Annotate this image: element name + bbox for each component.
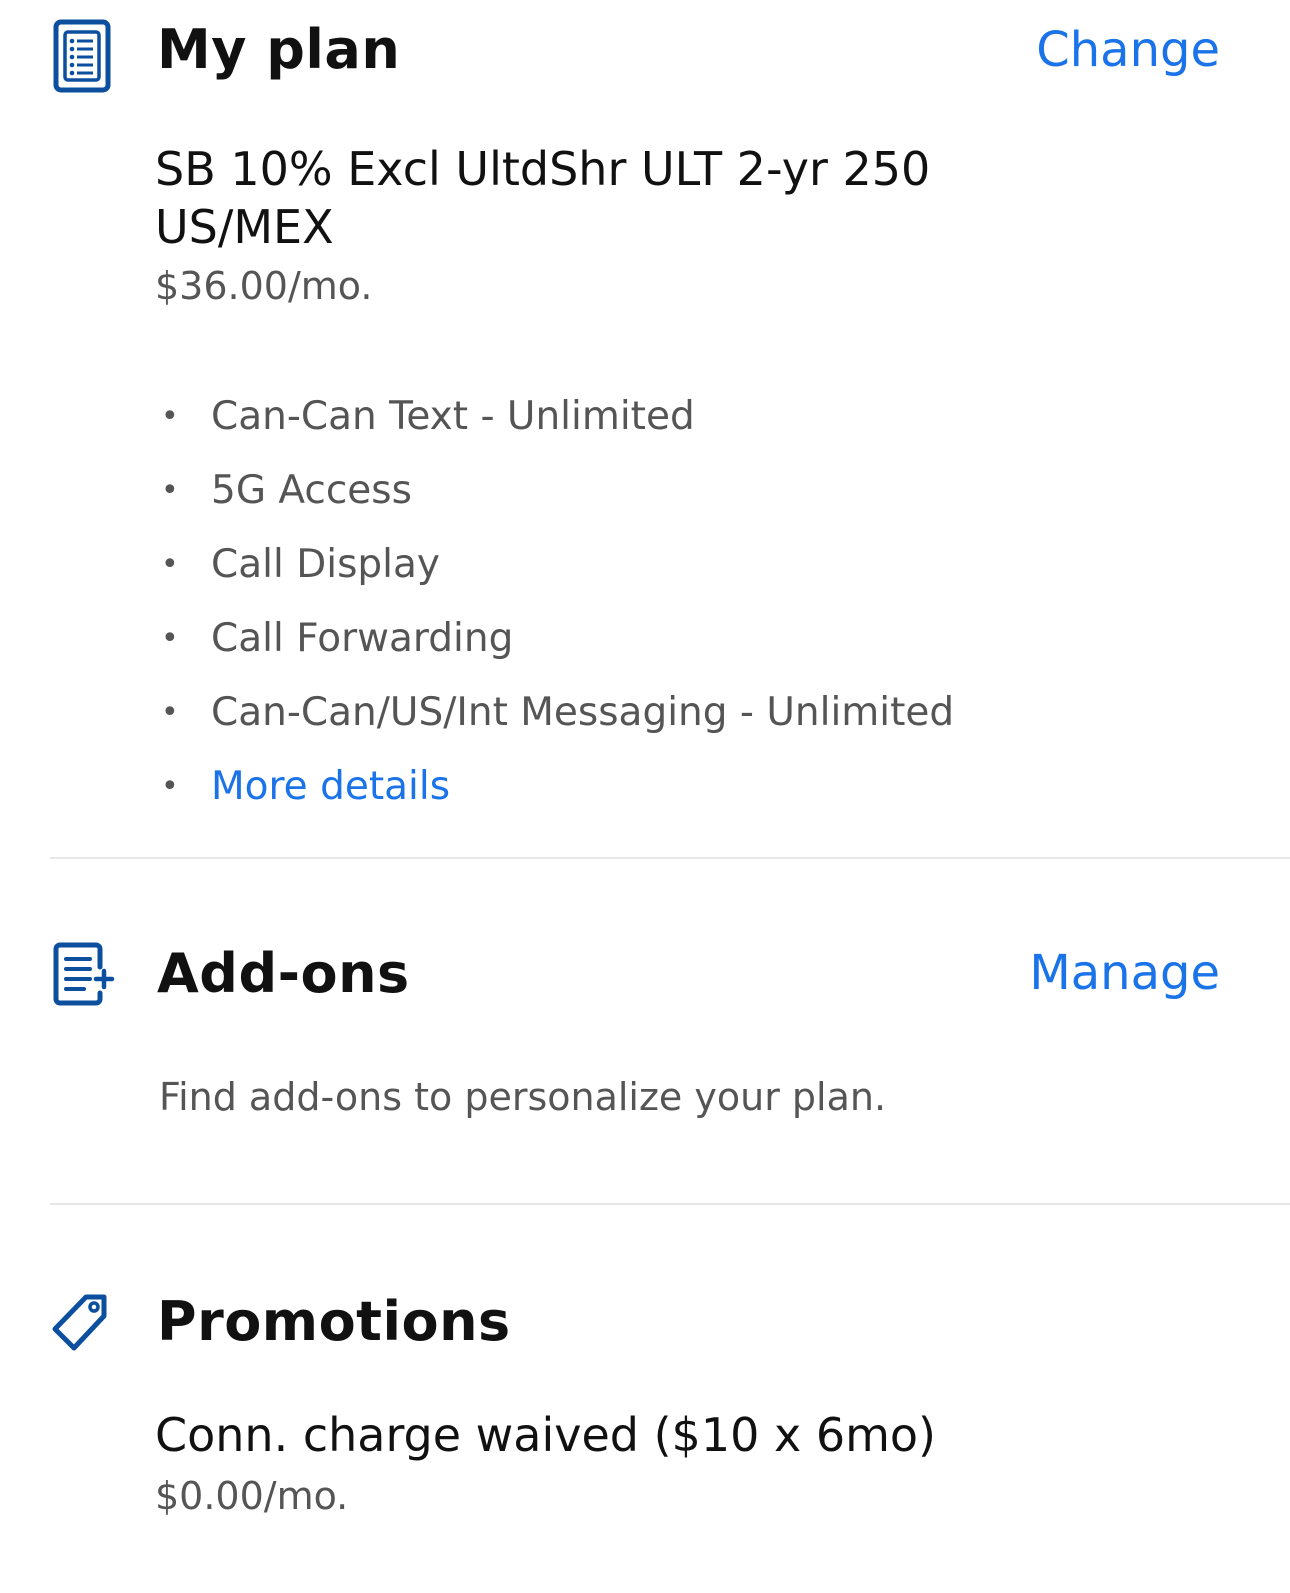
more-details-link[interactable]: More details — [211, 764, 450, 809]
list-document-icon — [52, 18, 112, 94]
change-plan-button[interactable]: Change — [1036, 22, 1220, 78]
bullet-icon: • — [161, 621, 179, 656]
bullet-icon: • — [161, 547, 179, 582]
promotion-price: $0.00/mo. — [155, 1474, 349, 1518]
feature-label: Call Forwarding — [211, 616, 514, 661]
feature-item: • Can-Can/US/Int Messaging - Unlimited — [155, 676, 954, 750]
section-divider — [50, 857, 1290, 859]
document-add-icon — [52, 941, 118, 1007]
manage-addons-button[interactable]: Manage — [1029, 945, 1220, 1001]
bullet-icon: • — [161, 399, 179, 434]
feature-label: Can-Can Text - Unlimited — [211, 394, 695, 439]
bullet-icon: • — [161, 695, 179, 730]
promotions-title: Promotions — [157, 1290, 511, 1353]
addons-description: Find add-ons to personalize your plan. — [159, 1075, 887, 1119]
bullet-icon: • — [161, 473, 179, 508]
section-divider — [50, 1203, 1290, 1205]
feature-item: • Call Forwarding — [155, 602, 954, 676]
feature-item: • Call Display — [155, 528, 954, 602]
feature-label: Can-Can/US/Int Messaging - Unlimited — [211, 690, 955, 735]
plan-features-list: • Can-Can Text - Unlimited • 5G Access •… — [155, 380, 954, 824]
promotions-header: Promotions — [0, 1282, 1290, 1362]
feature-item: • 5G Access — [155, 454, 954, 528]
plan-price: $36.00/mo. — [155, 264, 373, 308]
addons-title: Add-ons — [157, 942, 410, 1005]
addons-header: Add-ons Manage — [0, 935, 1290, 1015]
promotion-name: Conn. charge waived ($10 x 6mo) — [155, 1408, 936, 1462]
bullet-icon: • — [161, 769, 179, 804]
my-plan-title: My plan — [157, 18, 401, 81]
feature-label: 5G Access — [211, 468, 412, 513]
my-plan-header: My plan Change — [0, 10, 1290, 93]
feature-item: • Can-Can Text - Unlimited — [155, 380, 954, 454]
more-details-item: • More details — [155, 750, 954, 824]
plan-name: SB 10% Excl UltdShr ULT 2-yr 250 US/MEX — [155, 142, 931, 254]
feature-label: Call Display — [211, 542, 440, 587]
tag-icon — [52, 1292, 110, 1354]
